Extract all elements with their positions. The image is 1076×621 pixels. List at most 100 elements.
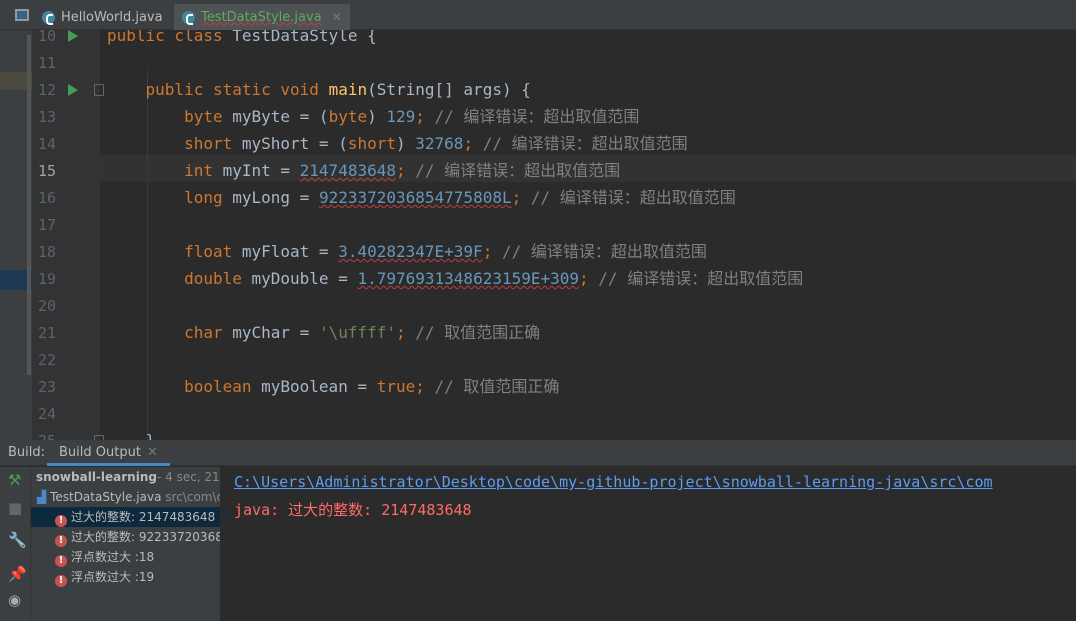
code-token: // 编译错误：超出取值范围 [530,188,736,207]
code-line: short myShort = (short) 32768; // 编译错误：超… [107,130,688,157]
code-token: 129 [386,107,416,126]
line-number: 19 [37,270,56,288]
code-line: public class TestDataStyle { [107,30,377,49]
close-icon[interactable]: ✕ [147,445,158,460]
build-tree: snowball-learning- 4 sec, 21 ms ▟ TestDa… [31,467,220,621]
line-number: 15 [37,162,56,180]
code-token: // 取值范围正确 [415,323,541,342]
structure-strip [0,30,32,440]
run-icon[interactable] [68,84,78,96]
build-error-item[interactable]: ! 浮点数过大 :19 [31,567,220,587]
close-icon[interactable]: ✕ [332,10,342,24]
build-label: Build: [8,445,46,460]
project-name: snowball-learning [36,470,157,484]
tab-build-output[interactable]: Build Output ✕ [47,440,170,466]
build-output-console[interactable]: C:\Users\Administrator\Desktop\code\my-g… [220,467,1076,621]
code-editor[interactable]: public class TestDataStyle { public stat… [100,30,1076,440]
code-token: myFloat = [241,242,339,261]
eye-icon[interactable]: ◉ [8,591,21,609]
code-token: long [184,188,233,207]
line-number: 11 [37,54,56,72]
tree-root[interactable]: snowball-learning- 4 sec, 21 ms [31,467,220,487]
error-icon: ! [55,555,67,567]
code-token: ; [415,107,435,126]
code-line: byte myByte = (byte) 129; // 编译错误：超出取值范围 [107,103,639,130]
code-token: boolean [184,377,262,396]
code-token: ; [482,242,502,261]
line-number: 12 [37,81,56,99]
code-line: public static void main(String[] args) { [107,76,531,103]
source-path-link[interactable]: C:\Users\Administrator\Desktop\code\my-g… [234,473,993,491]
java-class-icon [42,10,55,25]
line-number: 14 [37,135,56,153]
tab-label: HelloWorld.java [61,9,163,25]
java-file-icon: ▟ [37,490,47,504]
build-error-item[interactable]: ! 过大的整数: 2147483648 :15 [31,507,220,527]
code-token: ; [395,161,416,180]
line-number: 22 [37,351,56,369]
code-line: char myChar = '\uffff'; // 取值范围正确 [107,319,540,346]
code-token: myChar = [232,323,319,342]
project-panel-icon[interactable] [15,9,29,21]
code-token: public static void [145,80,329,99]
code-token: (String[] args) { [367,80,531,99]
code-token: true; [376,377,435,396]
line-number: 13 [37,108,56,126]
build-error-item[interactable]: ! 浮点数过大 :18 [31,547,220,567]
code-token: myShort = ( [241,134,348,153]
error-message: java: 过大的整数: 2147483648 [234,501,472,519]
code-token: 1.7976931348623159E+309 [357,269,580,288]
code-token: float [184,242,242,261]
code-token: TestDataStyle { [232,30,377,45]
pin-icon[interactable]: 📌 [8,565,27,583]
line-number: 18 [37,243,56,261]
tab-helloworld[interactable]: HelloWorld.java✕ [34,4,191,30]
build-toolbar: ⚒ ■ 🔧 📌 ◉ [0,467,31,621]
tree-file[interactable]: ▟ TestDataStyle.java src\com\c [31,487,220,507]
code-token: myInt = [222,161,300,180]
code-token: // 编译错误：超出取值范围 [434,107,640,126]
line-number: 23 [37,378,56,396]
code-token: ; [463,134,483,153]
tab-testdatastyle[interactable]: TestDataStyle.java ✕ [174,4,350,30]
code-token: main [328,80,368,99]
code-token: // 编译错误：超出取值范围 [598,269,804,288]
tab-label: Build Output [59,444,141,460]
code-line: long myLong = 9223372036854775808L; // 编… [107,184,736,211]
line-number: 21 [37,324,56,342]
code-token: // 编译错误：超出取值范围 [501,242,707,261]
code-line: int myInt = 2147483648; // 编译错误：超出取值范围 [107,157,620,184]
build-panel: Build: Build Output ✕ ⚒ ■ 🔧 📌 ◉ snowball-… [0,440,1076,621]
hammer-icon[interactable]: ⚒ [8,471,21,489]
code-token: public class [107,30,233,45]
build-error-item[interactable]: ! 过大的整数: 9223372036854775808 :16 [31,527,220,547]
java-class-icon [182,10,195,25]
code-token: char [184,323,233,342]
run-icon[interactable] [68,30,78,42]
code-token: myLong = [232,188,319,207]
stop-icon[interactable]: ■ [8,499,22,517]
wrench-icon[interactable]: 🔧 [8,531,27,549]
file-path: src\com\c [165,490,220,504]
code-token: ; [511,188,531,207]
line-number: 16 [37,189,56,207]
code-token: '\uffff' [318,323,396,342]
error-icon: ! [55,575,67,587]
code-line: float myFloat = 3.40282347E+39F; // 编译错误… [107,238,707,265]
error-icon: ! [55,515,67,527]
code-line: } [107,427,156,440]
code-token: short [347,134,396,153]
scrollbar[interactable] [27,35,31,375]
code-line: double myDouble = 1.7976931348623159E+30… [107,265,803,292]
code-token: byte [328,107,368,126]
file-name: TestDataStyle.java [50,490,162,504]
code-token: myDouble = [251,269,358,288]
code-token: // 取值范围正确 [434,377,560,396]
build-time: - 4 sec, 21 ms [156,470,220,484]
code-token: ) [396,134,416,153]
